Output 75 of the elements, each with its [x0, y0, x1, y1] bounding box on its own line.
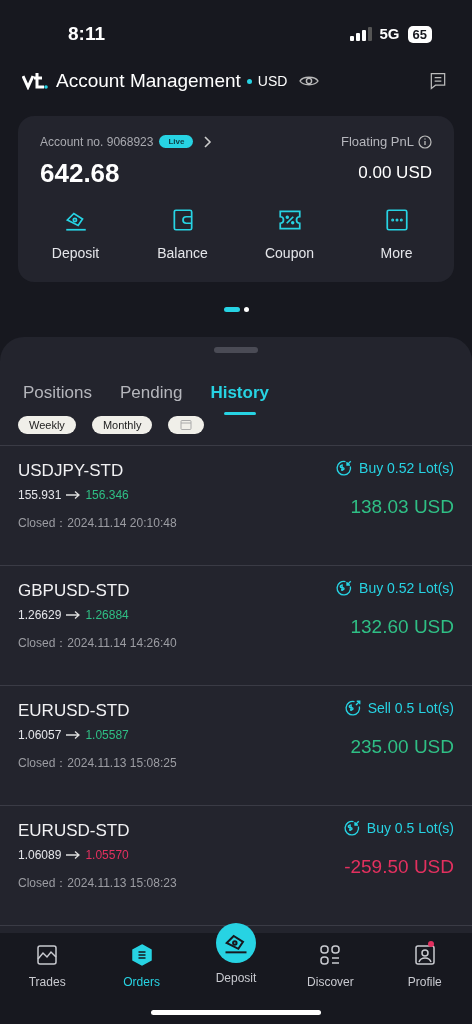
- more-icon: [383, 206, 410, 233]
- nav-item[interactable]: Trades: [28, 943, 66, 991]
- app-logo: [22, 72, 48, 90]
- lot-size: Sell 0.5 Lot(s): [367, 698, 454, 718]
- trade-symbol: USDJPY-STD: [18, 459, 125, 482]
- profit-loss: -259.50 USD: [344, 854, 454, 879]
- coin-in-icon: [342, 819, 361, 837]
- live-badge: Live: [159, 135, 194, 149]
- message-icon[interactable]: [428, 71, 448, 91]
- profit-loss: 138.03 USD: [350, 494, 454, 519]
- drag-handle[interactable]: [214, 347, 258, 353]
- trade-row[interactable]: EURUSD-STD 1.06057 1.05587 Closed：2024.11.13 15:08:25 Sell 0.5 Lot(s) 235.00 USD: [0, 685, 472, 806]
- open-price: 1.06089: [18, 847, 62, 864]
- arrow-right-icon: [65, 730, 82, 740]
- orders-icon: [129, 943, 154, 967]
- account-balance: 642.68: [40, 156, 120, 190]
- profile-icon: [412, 943, 437, 967]
- eye-icon[interactable]: [299, 74, 320, 88]
- closed-time: Closed：2024.11.13 15:08:23: [18, 875, 177, 892]
- trade-row[interactable]: GBPUSD-STD 1.26629 1.26884 Closed：2024.11.14 14:26:40 Buy 0.52 Lot(s) 132.60 USD: [0, 565, 472, 686]
- nav-item[interactable]: Discover: [307, 943, 354, 991]
- coin-in-icon: [335, 579, 354, 597]
- calendar-filter[interactable]: [168, 415, 205, 434]
- lot-size: Buy 0.52 Lot(s): [359, 458, 454, 478]
- deposit-fab[interactable]: [216, 923, 256, 963]
- open-price: 155.931: [18, 487, 62, 504]
- network-label: 5G: [379, 23, 400, 44]
- quick-action[interactable]: Coupon: [236, 206, 343, 264]
- page-title: Account Management: [56, 68, 241, 93]
- status-time: 8:11: [68, 21, 105, 46]
- profit-loss: 132.60 USD: [350, 614, 454, 639]
- quick-action[interactable]: Deposit: [22, 206, 129, 264]
- profit-loss: 235.00 USD: [350, 734, 454, 759]
- trade-symbol: EURUSD-STD: [18, 819, 131, 842]
- quick-action[interactable]: Balance: [129, 206, 236, 264]
- tab[interactable]: Pending: [120, 380, 183, 415]
- calendar-icon: [180, 419, 193, 430]
- nav-item[interactable]: Orders: [123, 943, 160, 991]
- info-icon[interactable]: [418, 134, 432, 149]
- quick-action[interactable]: More: [343, 206, 450, 264]
- open-price: 1.26629: [18, 607, 62, 624]
- nav-item[interactable]: Deposit: [215, 923, 257, 987]
- closed-time: Closed：2024.11.14 20:10:48: [18, 515, 177, 532]
- signal-icon: [349, 27, 372, 41]
- arrow-right-icon: [65, 850, 82, 860]
- close-price: 1.05587: [85, 727, 129, 744]
- close-price: 156.346: [85, 487, 129, 504]
- filter-chip[interactable]: Weekly: [18, 415, 76, 434]
- closed-time: Closed：2024.11.13 15:08:25: [18, 755, 177, 772]
- filter-chip[interactable]: Monthly: [91, 415, 153, 434]
- tab[interactable]: Positions: [23, 380, 92, 415]
- coin-in-icon: [335, 459, 354, 477]
- lot-size: Buy 0.52 Lot(s): [359, 578, 454, 598]
- currency-label: USD: [257, 71, 288, 91]
- trade-symbol: EURUSD-STD: [18, 699, 131, 722]
- trade-symbol: GBPUSD-STD: [18, 579, 131, 602]
- coin-out-icon: [343, 699, 362, 717]
- floating-pnl-label: Floating PnL: [341, 133, 414, 151]
- chevron-right-icon[interactable]: [203, 134, 214, 149]
- chart-icon: [35, 943, 60, 967]
- arrow-right-icon: [65, 610, 82, 620]
- close-price: 1.05570: [85, 847, 129, 864]
- arrow-right-icon: [65, 490, 82, 500]
- grid-icon: [318, 943, 343, 967]
- close-price: 1.26884: [85, 607, 129, 624]
- tab[interactable]: History: [210, 380, 269, 415]
- account-number: Account no. 9068923: [40, 133, 154, 151]
- lot-size: Buy 0.5 Lot(s): [366, 818, 454, 838]
- battery-indicator: 65: [407, 25, 432, 43]
- trade-row[interactable]: EURUSD-STD 1.06089 1.05570 Closed：2024.11.13 15:08:23 Buy 0.5 Lot(s) -259.50 USD: [0, 805, 472, 926]
- open-price: 1.06057: [18, 727, 62, 744]
- trade-row[interactable]: USDJPY-STD 155.931 156.346 Closed：2024.11.14 20:10:48 Buy 0.52 Lot(s) 138.03 USD: [0, 445, 472, 566]
- nav-item[interactable]: Profile: [407, 943, 442, 991]
- closed-time: Closed：2024.11.14 14:26:40: [18, 635, 177, 652]
- floating-pnl-value: 0.00 USD: [358, 162, 432, 185]
